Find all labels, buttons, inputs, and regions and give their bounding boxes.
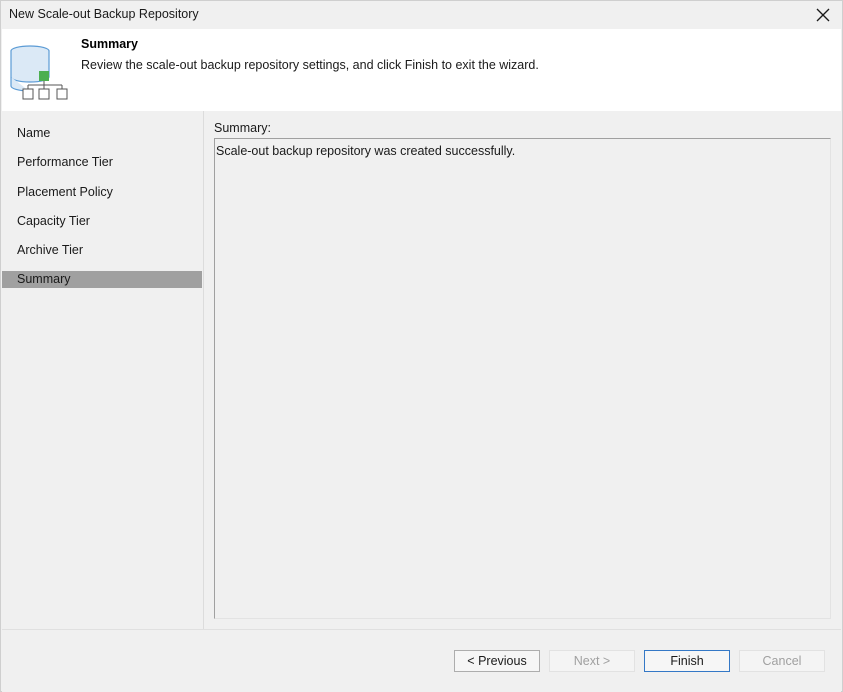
nav-item-performance-tier[interactable]: Performance Tier xyxy=(2,154,202,171)
wizard-content: Summary: Scale-out backup repository was… xyxy=(204,111,841,629)
nav-item-name[interactable]: Name xyxy=(2,125,202,142)
close-icon xyxy=(816,8,830,22)
page-title: Summary xyxy=(81,37,138,51)
page-description: Review the scale-out backup repository s… xyxy=(81,58,539,72)
summary-label: Summary: xyxy=(214,121,271,135)
next-button[interactable]: Next > xyxy=(549,650,635,672)
window-title: New Scale-out Backup Repository xyxy=(9,7,199,21)
cancel-button[interactable]: Cancel xyxy=(739,650,825,672)
previous-button[interactable]: < Previous xyxy=(454,650,540,672)
scale-out-repository-icon xyxy=(10,45,68,100)
nav-item-archive-tier[interactable]: Archive Tier xyxy=(2,242,202,259)
nav-item-summary[interactable]: Summary xyxy=(2,271,202,288)
nav-item-capacity-tier[interactable]: Capacity Tier xyxy=(2,213,202,230)
wizard-window: New Scale-out Backup Repository Summary … xyxy=(0,0,843,692)
title-bar: New Scale-out Backup Repository xyxy=(1,1,842,29)
summary-text: Scale-out backup repository was created … xyxy=(216,144,516,158)
finish-button[interactable]: Finish xyxy=(644,650,730,672)
wizard-steps-nav: Name Performance Tier Placement Policy C… xyxy=(2,111,204,629)
wizard-header: Summary Review the scale-out backup repo… xyxy=(2,29,841,111)
nav-item-placement-policy[interactable]: Placement Policy xyxy=(2,184,202,201)
close-button[interactable] xyxy=(810,3,836,27)
wizard-footer: < Previous Next > Finish Cancel xyxy=(2,629,841,692)
summary-textbox[interactable]: Scale-out backup repository was created … xyxy=(214,138,831,619)
